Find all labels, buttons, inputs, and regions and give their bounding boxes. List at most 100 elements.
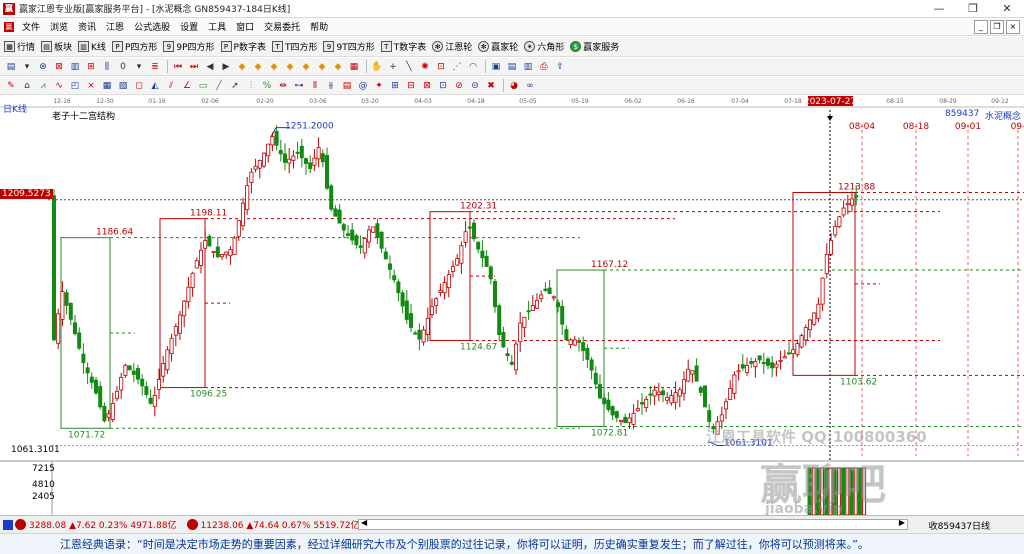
toolbar-p-square-button[interactable]: P P四方形 <box>111 40 157 53</box>
infinity-icon[interactable]: ∞ <box>523 79 537 93</box>
stop-icon[interactable]: ⊘ <box>452 79 466 93</box>
table-tool-icon[interactable]: ⊞ <box>388 79 402 93</box>
toolbar-t-square-button[interactable]: T T四方形 <box>271 40 317 53</box>
fib-time-icon[interactable]: ⫴ <box>308 79 322 93</box>
toolbar-winner-wheel-button[interactable]: ✻ 赢家轮 <box>478 40 518 53</box>
menu-tools[interactable]: 工具 <box>203 20 231 33</box>
menu-info[interactable]: 资讯 <box>73 20 101 33</box>
toolbar-gann-wheel-button[interactable]: ✻ 江恩轮 <box>432 40 472 53</box>
right-icon[interactable]: ▶ <box>219 60 233 74</box>
diamond-icon[interactable]: ◆ <box>251 60 265 74</box>
box-icon[interactable]: ◰ <box>68 79 82 93</box>
lock-icon[interactable]: ⌂ <box>20 79 34 93</box>
toolbar-kline-button[interactable]: ▥ K线 <box>78 40 106 53</box>
last-icon[interactable]: ⏭ <box>187 60 201 74</box>
channel-icon[interactable]: ⋰ <box>450 60 464 74</box>
angle-icon[interactable]: ∠ <box>180 79 194 93</box>
triangle-icon[interactable]: ◭ <box>148 79 162 93</box>
menu-file[interactable]: 文件 <box>17 20 45 33</box>
range-icon[interactable]: ⇹ <box>276 79 290 93</box>
candle-icon[interactable]: ⫼ <box>100 60 114 74</box>
delete-icon[interactable]: ✖ <box>484 79 498 93</box>
first-icon[interactable]: ⏮ <box>171 60 185 74</box>
diamond-icon[interactable]: ◆ <box>331 60 345 74</box>
menu-gann[interactable]: 江恩 <box>101 20 129 33</box>
mdi-minimize-button[interactable]: _ <box>974 20 988 34</box>
left-icon[interactable]: ◀ <box>203 60 217 74</box>
percent-icon[interactable]: % <box>260 79 274 93</box>
sz-index[interactable]: 11238.06 ▲74.64 0.67% 5519.72亿 <box>186 518 360 531</box>
diamond-icon[interactable]: ◆ <box>315 60 329 74</box>
cycle-icon[interactable]: ⊛ <box>36 60 50 74</box>
diamond-icon[interactable]: ◆ <box>235 60 249 74</box>
menu-formula[interactable]: 公式选股 <box>129 20 175 33</box>
gann-fan-icon[interactable]: ✺ <box>418 60 432 74</box>
parallel-icon[interactable]: ⫶ <box>244 79 258 93</box>
toolbar-sector-button[interactable]: ▤ 板块 <box>41 40 72 53</box>
mdi-close-button[interactable]: × <box>1006 20 1020 34</box>
menu-browse[interactable]: 浏览 <box>45 20 73 33</box>
book-icon[interactable]: ▣ <box>489 60 503 74</box>
layout-icon[interactable]: ▥ <box>521 60 535 74</box>
zigzag-icon[interactable]: ⫽ <box>164 79 178 93</box>
trend-icon[interactable]: ⊠ <box>52 60 66 74</box>
grid-icon[interactable] <box>3 519 13 530</box>
chart-type-icon[interactable]: ▥ <box>68 60 82 74</box>
toolbar-t-table-button[interactable]: T T数字表 <box>380 40 426 53</box>
gann-box-icon[interactable]: ⊡ <box>434 60 448 74</box>
save-icon[interactable]: ▤ <box>505 60 519 74</box>
ruler-icon[interactable]: ⊟ <box>404 79 418 93</box>
kline-chart-area[interactable]: 12-16 12-30 01-16 02-06 02-20 03-06 03-20 04-03… <box>0 96 1024 517</box>
menu-settings[interactable]: 设置 <box>175 20 203 33</box>
grid-small-icon[interactable]: ▦ <box>100 79 114 93</box>
dropdown-icon[interactable]: ▾ <box>20 60 34 74</box>
time-box-icon[interactable]: ⊡ <box>436 79 450 93</box>
mdi-restore-button[interactable]: ❐ <box>990 20 1004 34</box>
scroll-left-icon[interactable]: ◀ <box>361 518 367 527</box>
arrow-icon[interactable]: ➚ <box>228 79 242 93</box>
arc-icon[interactable]: ◠ <box>466 60 480 74</box>
toolbar-hexagon-button[interactable]: ✶ 六角形 <box>524 40 564 53</box>
tile-icon[interactable]: ▧ <box>116 79 130 93</box>
toolbar-p-table-button[interactable]: P P数字表 <box>220 40 266 53</box>
rectangle-icon[interactable]: ▭ <box>196 79 210 93</box>
pencil-icon[interactable]: ✎ <box>4 79 18 93</box>
cycle-line-icon[interactable]: ⫵ <box>324 79 338 93</box>
toolbar-service-button[interactable]: $ 赢家服务 <box>570 40 619 53</box>
grid-tool-icon[interactable]: ▦ <box>347 60 361 74</box>
menu-help[interactable]: 帮助 <box>305 20 333 33</box>
star-icon[interactable]: ✦ <box>372 79 386 93</box>
clear-icon[interactable]: ⊝ <box>468 79 482 93</box>
spiral-icon[interactable]: @ <box>356 79 370 93</box>
line-icon[interactable]: ╲ <box>402 60 416 74</box>
trend-line-icon[interactable]: ╱ <box>212 79 226 93</box>
fibonacci-icon[interactable]: ≣ <box>148 60 162 74</box>
sh-index[interactable]: 3288.08 ▲7.62 0.23% 4971.88亿 <box>15 518 177 531</box>
square-draw-icon[interactable]: ◻ <box>132 79 146 93</box>
horizontal-scrollbar[interactable]: ◀ ▶ <box>358 518 908 530</box>
toolbar-quotes-button[interactable]: ▦ 行情 <box>4 40 35 53</box>
crosshair-icon[interactable]: + <box>386 60 400 74</box>
swing-icon[interactable]: ⩘ <box>36 79 50 93</box>
square-tool-icon[interactable]: ▤ <box>340 79 354 93</box>
menu-window[interactable]: 窗口 <box>231 20 259 33</box>
close-button[interactable]: ✕ <box>990 0 1024 18</box>
wave-icon[interactable]: ∿ <box>52 79 66 93</box>
export-icon[interactable]: ⇪ <box>553 60 567 74</box>
maximize-button[interactable]: ❐ <box>956 0 990 18</box>
diamond-icon[interactable]: ◆ <box>299 60 313 74</box>
dropdown-icon[interactable]: ▾ <box>132 60 146 74</box>
print-icon[interactable]: ⎙ <box>537 60 551 74</box>
period-icon[interactable]: ▤ <box>4 60 18 74</box>
spread-icon[interactable]: ⊠ <box>420 79 434 93</box>
diamond-icon[interactable]: ◆ <box>267 60 281 74</box>
menu-trade[interactable]: 交易委托 <box>259 20 305 33</box>
cross-icon[interactable]: ⨯ <box>84 79 98 93</box>
toolbar-9p-square-button[interactable]: 9 9P四方形 <box>163 40 215 53</box>
color-icon[interactable]: ◕ <box>507 79 521 93</box>
hand-icon[interactable]: ✋ <box>370 60 384 74</box>
measure-icon[interactable]: ⊶ <box>292 79 306 93</box>
weight-icon[interactable]: 0 <box>116 60 130 74</box>
minimize-button[interactable]: — <box>922 0 956 18</box>
bar-icon[interactable]: ⊞ <box>84 60 98 74</box>
